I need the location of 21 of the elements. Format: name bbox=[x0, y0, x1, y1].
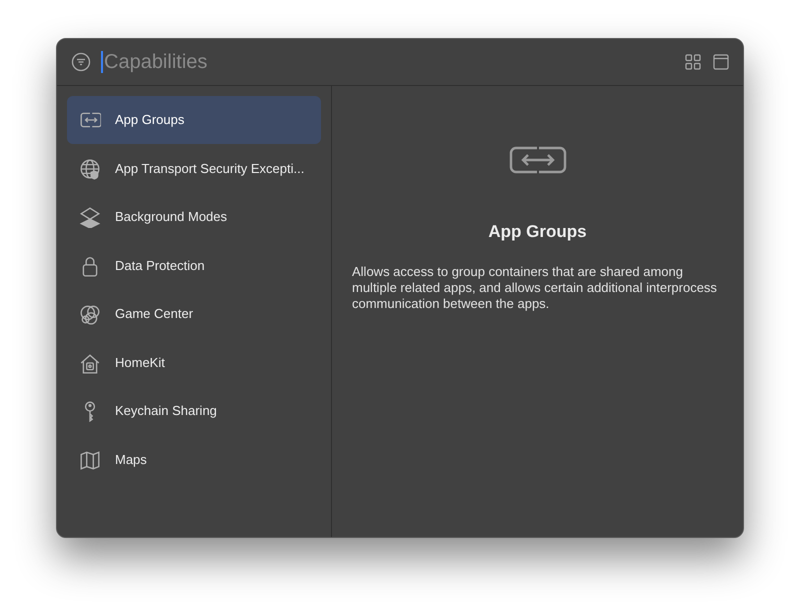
detail-description: Allows access to group containers that are shared among multiple related apps, and allows certain additional interprocess communication between the apps. bbox=[352, 264, 718, 312]
window-icon[interactable] bbox=[713, 54, 729, 70]
grid-icon[interactable] bbox=[685, 54, 701, 70]
detail-title: App Groups bbox=[488, 221, 587, 243]
filter-icon[interactable] bbox=[71, 52, 91, 72]
stacked-layers-icon bbox=[79, 206, 101, 228]
house-icon bbox=[79, 352, 101, 374]
folded-map-icon bbox=[79, 448, 101, 470]
search-field[interactable]: Capabilities bbox=[104, 47, 404, 77]
sidebar-item[interactable]: Game Center bbox=[67, 290, 321, 338]
sidebar-item[interactable]: Data Protection bbox=[67, 242, 321, 290]
sidebar-item[interactable]: HomeKit bbox=[67, 338, 321, 386]
sidebar-item[interactable]: Keychain Sharing bbox=[67, 387, 321, 435]
globe-icon bbox=[79, 158, 101, 180]
text-cursor bbox=[101, 51, 103, 73]
sidebar-item[interactable]: App Groups bbox=[67, 96, 321, 144]
sidebar-item[interactable]: Maps bbox=[67, 436, 321, 484]
circles-icon bbox=[79, 303, 101, 325]
sidebar-item[interactable]: App Transport Security Excepti... bbox=[67, 144, 321, 192]
linked-rectangles-icon bbox=[508, 146, 566, 174]
sidebar-item[interactable]: Background Modes bbox=[67, 193, 321, 241]
